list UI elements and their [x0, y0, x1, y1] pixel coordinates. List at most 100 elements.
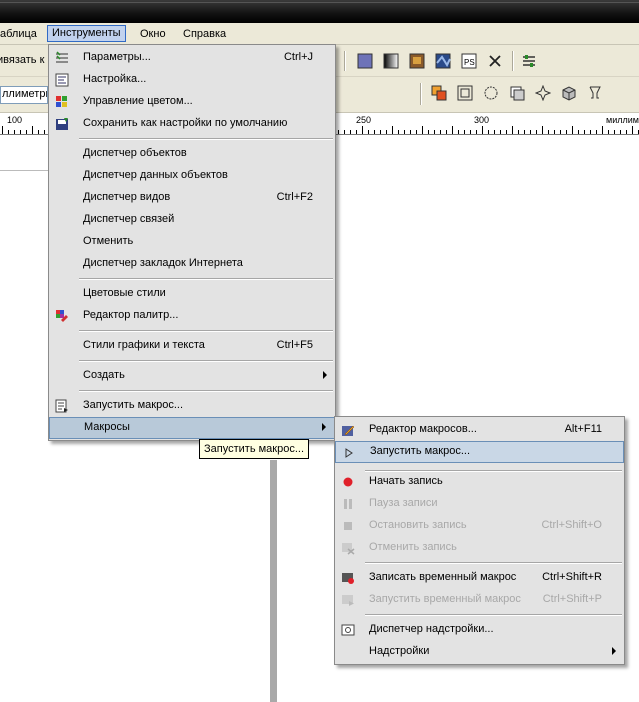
ruler-label: 300 — [474, 115, 490, 125]
ruler-tick — [560, 130, 561, 134]
snap-to-button[interactable]: ивязать к — [0, 54, 44, 66]
properties-icon[interactable] — [520, 52, 538, 70]
menu-item-cancel-recording[interactable]: Отменить запись — [335, 537, 624, 559]
toolbar-separator — [420, 83, 422, 105]
ruler-tick — [590, 130, 591, 134]
menu-item-macro-editor[interactable]: Редактор макросов... Alt+F11 — [335, 419, 624, 441]
menu-item-undo[interactable]: Отменить — [49, 231, 335, 253]
page-shadow — [270, 460, 277, 702]
svg-text:PS: PS — [464, 58, 475, 67]
ruler-tick — [416, 130, 417, 134]
ruler-tick — [548, 130, 549, 134]
simplify-icon[interactable] — [508, 84, 526, 102]
menu-help[interactable]: Справка — [179, 26, 230, 43]
ruler-tick — [422, 126, 423, 134]
menu-item-internet-bookmarks[interactable]: Диспетчер закладок Интернета — [49, 253, 335, 275]
ruler-tick — [8, 130, 9, 134]
ruler-tick — [362, 126, 363, 134]
ruler-tick — [632, 126, 633, 134]
menu-item-record-temp-macro[interactable]: Записать временный макрос Ctrl+Shift+R — [335, 567, 624, 589]
menu-item-graphic-text-styles[interactable]: Стили графики и текста Ctrl+F5 — [49, 335, 335, 357]
ruler-tick — [374, 130, 375, 134]
pattern-fill-icon[interactable] — [408, 52, 426, 70]
ruler-tick — [578, 130, 579, 134]
ruler-tick — [470, 130, 471, 134]
intersect-icon[interactable] — [482, 84, 500, 102]
ruler-tick — [620, 130, 621, 134]
cancel-recording-icon — [339, 539, 356, 556]
ruler-tick — [404, 130, 405, 134]
ruler-tick — [584, 130, 585, 134]
menu-item-run-macro[interactable]: Запустить макрос... — [49, 395, 335, 417]
menu-item-color-styles[interactable]: Цветовые стили — [49, 283, 335, 305]
menu-tools[interactable]: Инструменты — [47, 25, 126, 42]
trim-icon[interactable] — [456, 84, 474, 102]
units-select[interactable]: ллиметры — [0, 86, 48, 104]
menu-item-addons[interactable]: Надстройки — [335, 641, 624, 663]
menu-separator — [365, 614, 622, 616]
submenu-arrow-icon — [322, 423, 326, 431]
menu-item-macros[interactable]: Макросы — [49, 417, 335, 439]
addon-manager-icon — [339, 621, 356, 638]
ruler-tick — [542, 126, 543, 134]
lens-icon[interactable] — [586, 84, 604, 102]
menu-window[interactable]: Окно — [136, 26, 170, 43]
menu-item-object-data-manager[interactable]: Диспетчер данных объектов — [49, 165, 335, 187]
menu-item-link-manager[interactable]: Диспетчер связей — [49, 209, 335, 231]
fill-color-icon[interactable] — [356, 52, 374, 70]
menu-item-color-management[interactable]: Управление цветом... — [49, 91, 335, 113]
ruler-tick — [596, 130, 597, 134]
record-temp-macro-icon — [339, 569, 356, 586]
tools-menu: Параметры... Ctrl+J Настройка... Управле… — [48, 44, 336, 441]
no-fill-icon[interactable] — [486, 52, 504, 70]
menu-item-customize[interactable]: Настройка... — [49, 69, 335, 91]
ruler-tick — [410, 130, 411, 134]
menu-table[interactable]: аблица — [0, 26, 41, 43]
toolbar-separator — [512, 51, 514, 71]
ruler-label: миллим — [606, 115, 639, 125]
postscript-fill-icon[interactable]: PS — [460, 52, 478, 70]
pause-icon — [339, 495, 356, 512]
menu-item-object-manager[interactable]: Диспетчер объектов — [49, 143, 335, 165]
ruler-tick — [350, 130, 351, 134]
menu-separator — [79, 390, 333, 392]
menu-item-run-temp-macro[interactable]: Запустить временный макрос Ctrl+Shift+P — [335, 589, 624, 611]
menu-item-create[interactable]: Создать — [49, 365, 335, 387]
menu-item-pause-recording[interactable]: Пауза записи — [335, 493, 624, 515]
ruler-tick — [614, 130, 615, 134]
contour-icon[interactable] — [534, 84, 552, 102]
ruler-tick — [20, 130, 21, 134]
record-icon — [339, 473, 356, 490]
menu-item-addon-manager[interactable]: Диспетчер надстройки... — [335, 619, 624, 641]
menu-item-run-macro-sub[interactable]: Запустить макрос... — [335, 441, 624, 463]
ruler-tick — [518, 130, 519, 134]
menu-item-palette-editor[interactable]: Редактор палитр... — [49, 305, 335, 327]
run-macro-icon — [53, 397, 70, 414]
ruler-tick — [458, 130, 459, 134]
title-bar — [0, 0, 639, 23]
menu-item-view-manager[interactable]: Диспетчер видов Ctrl+F2 — [49, 187, 335, 209]
texture-fill-icon[interactable] — [434, 52, 452, 70]
page-border — [0, 170, 48, 171]
ruler-tick — [398, 130, 399, 134]
weld-icon[interactable] — [430, 84, 448, 102]
ruler-tick — [494, 130, 495, 134]
ruler-tick — [524, 130, 525, 134]
menu-item-start-recording[interactable]: Начать запись — [335, 471, 624, 493]
submenu-arrow-icon — [612, 647, 616, 655]
ruler-tick — [32, 126, 33, 134]
tooltip: Запустить макрос... — [199, 439, 309, 459]
ruler-label: 250 — [356, 115, 372, 125]
menu-item-stop-recording[interactable]: Остановить запись Ctrl+Shift+O — [335, 515, 624, 537]
ruler-tick — [512, 126, 513, 134]
menu-item-options[interactable]: Параметры... Ctrl+J — [49, 47, 335, 69]
macros-submenu: Редактор макросов... Alt+F11 Запустить м… — [334, 416, 625, 665]
ruler-tick — [530, 130, 531, 134]
menu-separator — [79, 278, 333, 280]
extrude-icon[interactable] — [560, 84, 578, 102]
menu-item-save-defaults[interactable]: Сохранить как настройки по умолчанию — [49, 113, 335, 135]
ruler-tick — [446, 130, 447, 134]
fountain-fill-icon[interactable] — [382, 52, 400, 70]
submenu-arrow-icon — [323, 371, 327, 379]
run-temp-macro-icon — [339, 591, 356, 608]
